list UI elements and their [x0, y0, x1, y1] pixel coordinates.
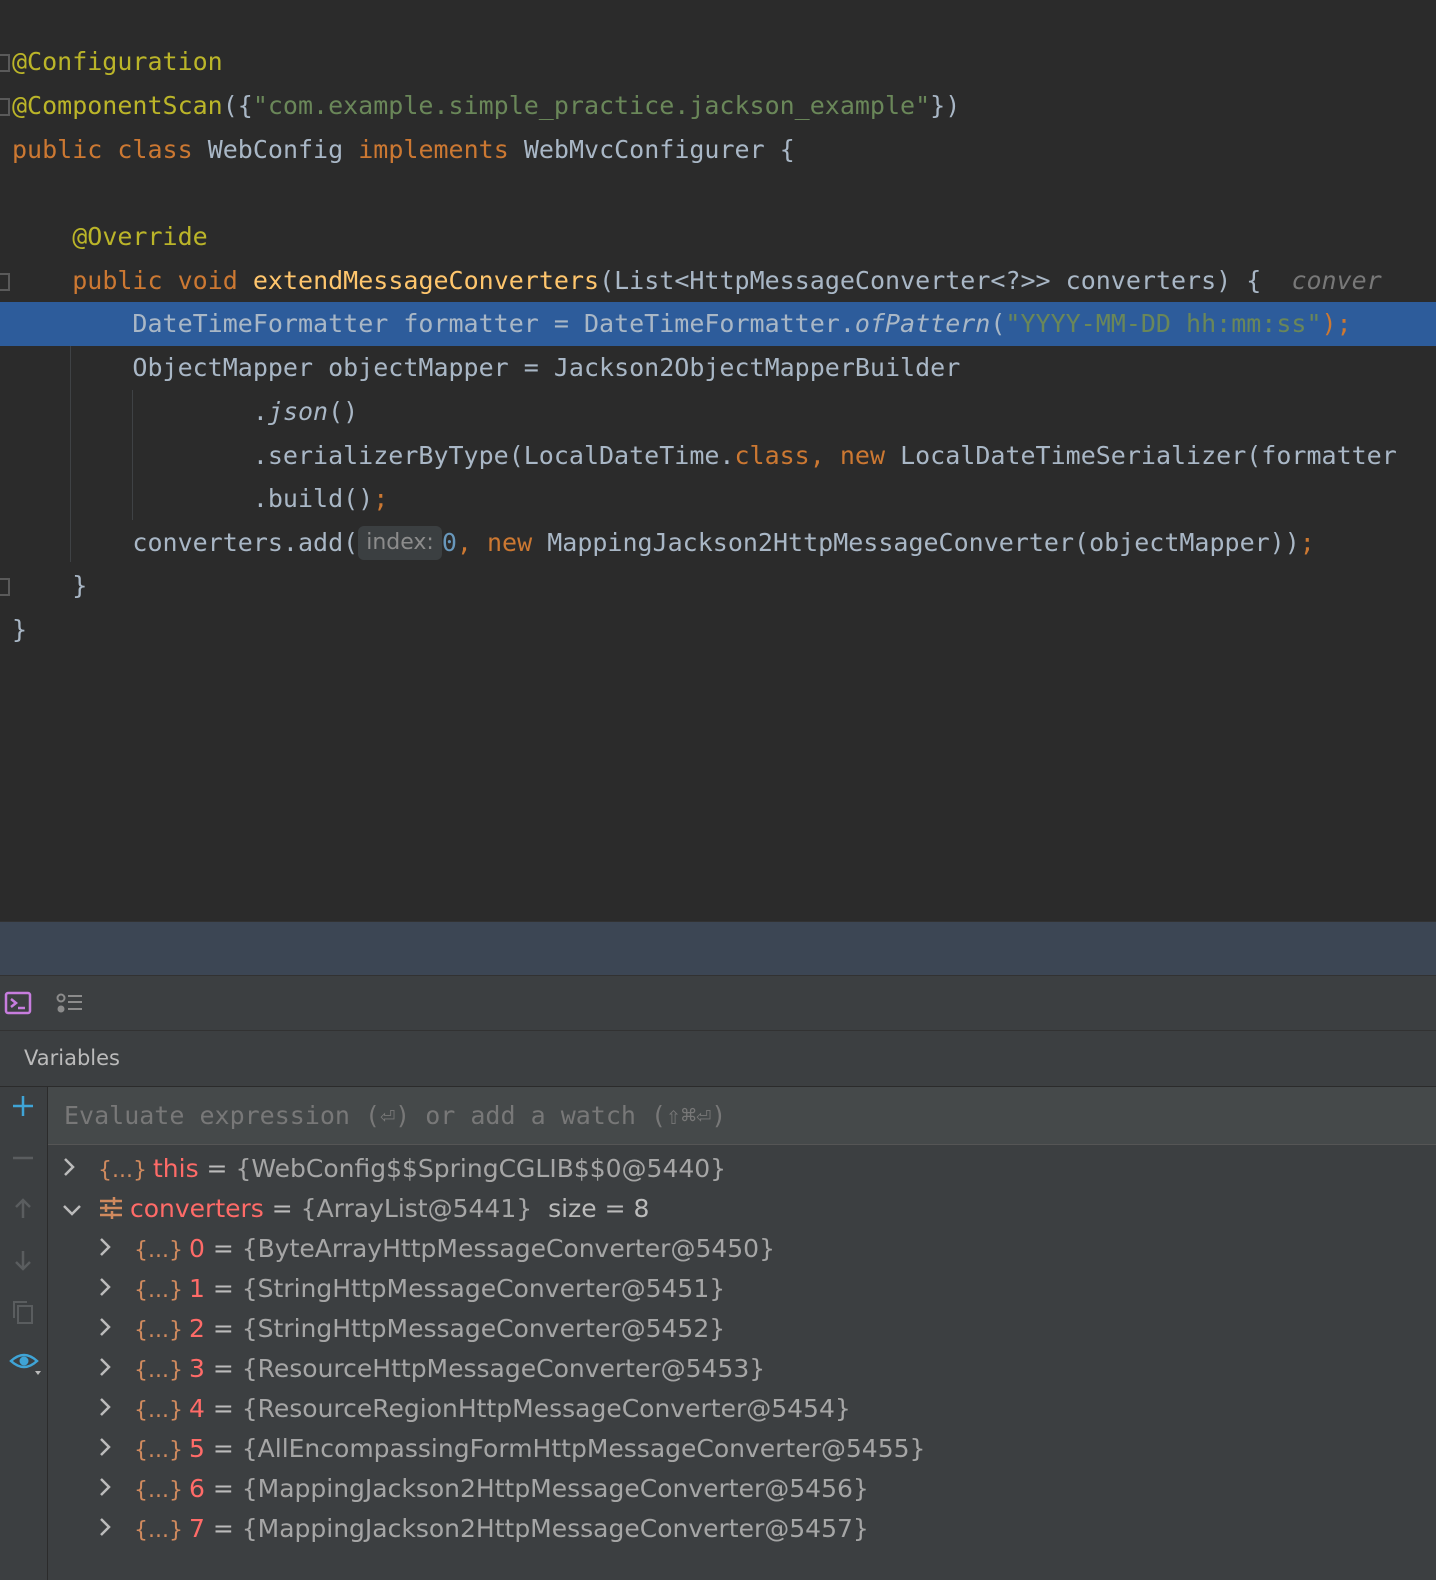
object-icon: {...} [98, 1158, 147, 1183]
variable-value: {AllEncompassingFormHttpMessageConverter… [241, 1434, 926, 1463]
variable-size: size = 8 [548, 1194, 650, 1223]
variables-tree: Evaluate expression (⏎) or add a watch (… [48, 1087, 1436, 1580]
chevron-right-icon[interactable] [98, 1509, 134, 1549]
add-watch-icon[interactable] [8, 1091, 38, 1121]
object-icon: {...} [134, 1438, 183, 1463]
variable-row[interactable]: {...} 0 = {ByteArrayHttpMessageConverter@… [98, 1229, 775, 1269]
code-line-2[interactable]: @ComponentScan({"com.example.simple_prac… [0, 84, 1436, 128]
object-icon: {...} [134, 1318, 183, 1343]
code-line-9[interactable]: .json() [0, 390, 1436, 434]
variable-name: converters [130, 1194, 264, 1223]
chevron-right-icon[interactable] [98, 1429, 134, 1469]
variable-name: this [152, 1154, 199, 1183]
parameter-hint: index: [358, 526, 442, 560]
code-line-5[interactable]: @Override [0, 215, 1436, 259]
chevron-right-icon[interactable] [98, 1389, 134, 1429]
inline-value-hint: conver [1291, 266, 1382, 295]
code-line-12[interactable]: converters.add(index: 0, new MappingJacks… [0, 521, 1436, 565]
variable-row[interactable]: {...} 7 = {MappingJackson2HttpMessageConv… [98, 1509, 869, 1549]
chevron-down-icon[interactable] [62, 1189, 98, 1229]
equals-sign: = [204, 1394, 242, 1423]
equals-sign: = [204, 1474, 242, 1503]
variable-row[interactable]: {...} 5 = {AllEncompassingFormHttpMessage… [98, 1429, 925, 1469]
variable-value: {ResourceHttpMessageConverter@5453} [241, 1354, 766, 1383]
variable-value: {StringHttpMessageConverter@5451} [241, 1274, 726, 1303]
variable-row[interactable]: {...} 4 = {ResourceRegionHttpMessageConve… [98, 1389, 851, 1429]
panel-splitter[interactable] [0, 921, 1436, 975]
variable-value: {WebConfig$$SpringCGLIB$$0@5440} [235, 1154, 727, 1183]
object-icon: {...} [134, 1238, 183, 1263]
variables-side-toolbar [0, 1087, 48, 1580]
remove-watch-icon[interactable] [8, 1143, 38, 1173]
object-icon: {...} [134, 1398, 183, 1423]
copy-icon[interactable] [8, 1297, 38, 1327]
threads-variables-tab-icon[interactable] [54, 990, 84, 1018]
variable-value: {ResourceRegionHttpMessageConverter@5454… [241, 1394, 851, 1423]
variable-name: 5 [188, 1434, 205, 1463]
variable-value: {MappingJackson2HttpMessageConverter@545… [241, 1474, 869, 1503]
move-down-icon[interactable] [8, 1245, 38, 1275]
chevron-right-icon[interactable] [98, 1269, 134, 1309]
equals-sign: = [263, 1194, 301, 1223]
variable-name: 7 [188, 1514, 205, 1543]
equals-sign: = [204, 1354, 242, 1383]
evaluate-expression-input[interactable]: Evaluate expression (⏎) or add a watch (… [48, 1087, 1436, 1145]
chevron-right-icon[interactable] [98, 1349, 134, 1389]
variable-row[interactable]: {...} 2 = {StringHttpMessageConverter@545… [98, 1309, 725, 1349]
variable-value: {MappingJackson2HttpMessageConverter@545… [241, 1514, 869, 1543]
variable-value: {ByteArrayHttpMessageConverter@5450} [241, 1234, 775, 1263]
code-line-10[interactable]: .serializerByType(LocalDateTime.class, n… [0, 434, 1436, 478]
variable-value: {ArrayList@5441} [300, 1194, 533, 1223]
code-line-1[interactable]: @Configuration [0, 40, 1436, 84]
object-icon: {...} [134, 1358, 183, 1383]
variable-name: 0 [188, 1234, 205, 1263]
code-editor[interactable]: @Configuration @ComponentScan({"com.exam… [0, 0, 1436, 921]
chevron-right-icon[interactable] [98, 1229, 134, 1269]
watch-eye-icon[interactable] [8, 1349, 44, 1379]
code-line-3[interactable]: public class WebConfig implements WebMvc… [0, 128, 1436, 172]
code-line-13[interactable]: } [0, 564, 1436, 608]
variable-name: 3 [188, 1354, 205, 1383]
variable-row[interactable]: {...} this = {WebConfig$$SpringCGLIB$$0@5… [62, 1149, 726, 1189]
debugger-toolbar [0, 975, 1436, 1031]
equals-sign: = [204, 1514, 242, 1543]
console-tab-icon[interactable] [4, 990, 34, 1018]
variables-title: Variables [24, 1046, 120, 1070]
chevron-right-icon[interactable] [98, 1309, 134, 1349]
move-up-icon[interactable] [8, 1194, 38, 1224]
variable-name: 2 [188, 1314, 205, 1343]
object-icon: {...} [134, 1278, 183, 1303]
code-line-11[interactable]: .build(); [0, 477, 1436, 521]
variable-row[interactable]: {...} 1 = {StringHttpMessageConverter@545… [98, 1269, 725, 1309]
variables-panel-header: Variables [0, 1031, 1436, 1087]
code-line-7-current[interactable]: DateTimeFormatter formatter = DateTimeFo… [0, 302, 1436, 346]
equals-sign: = [204, 1234, 242, 1263]
code-line-6[interactable]: public void extendMessageConverters(List… [0, 259, 1436, 303]
equals-sign: = [204, 1314, 242, 1343]
code-line-8[interactable]: ObjectMapper objectMapper = Jackson2Obje… [0, 346, 1436, 390]
object-icon: {...} [134, 1478, 183, 1503]
variable-row[interactable]: {...} 3 = {ResourceHttpMessageConverter@5… [98, 1349, 765, 1389]
chevron-right-icon[interactable] [98, 1469, 134, 1509]
variable-name: 6 [188, 1474, 205, 1503]
equals-sign: = [204, 1274, 242, 1303]
variable-name: 4 [188, 1394, 205, 1423]
chevron-right-icon[interactable] [62, 1149, 98, 1189]
variable-value: {StringHttpMessageConverter@5452} [241, 1314, 726, 1343]
equals-sign: = [204, 1434, 242, 1463]
equals-sign: = [198, 1154, 236, 1183]
code-line-14[interactable]: } [0, 608, 1436, 652]
variable-name: 1 [188, 1274, 205, 1303]
variable-row[interactable]: {...} 6 = {MappingJackson2HttpMessageConv… [98, 1469, 869, 1509]
object-icon: {...} [134, 1518, 183, 1543]
list-icon [98, 1197, 124, 1223]
variable-row[interactable]: converters = {ArrayList@5441} size = 8 [62, 1189, 649, 1229]
